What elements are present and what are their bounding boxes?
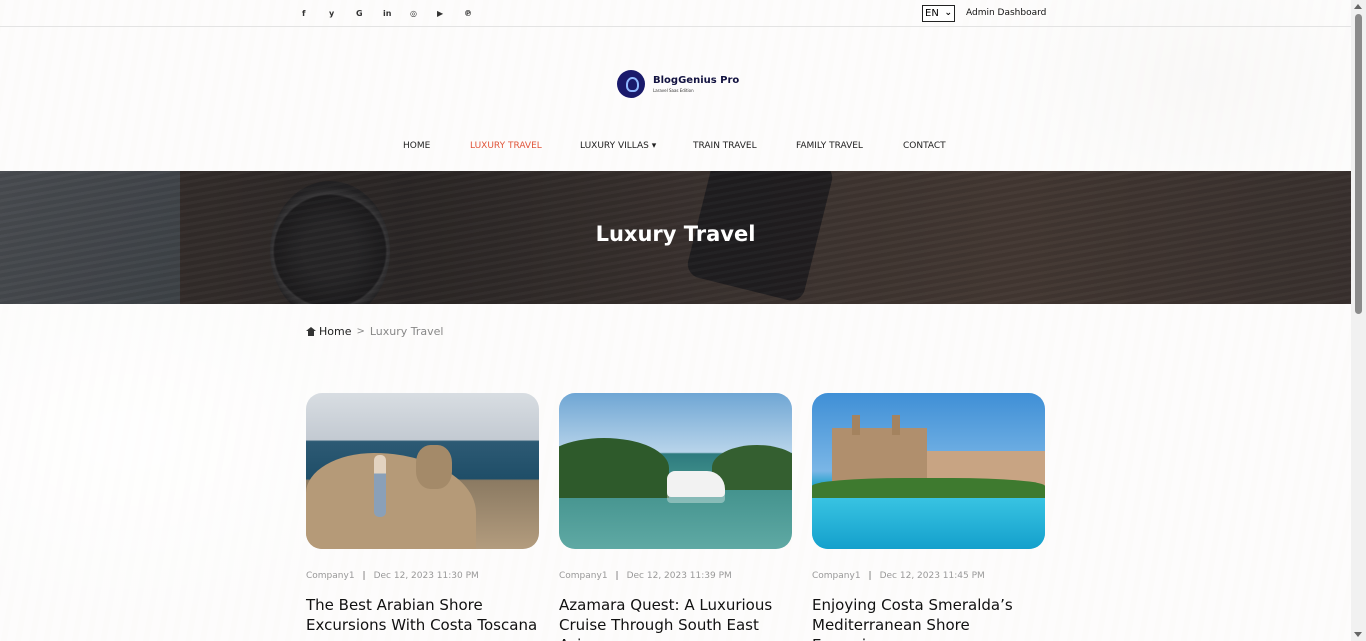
post-date: Dec 12, 2023 11:45 PM	[879, 571, 985, 581]
post-meta: Company1 | Dec 12, 2023 11:39 PM	[559, 571, 792, 581]
site-logo[interactable]: BlogGenius Pro Laravel Saas Edition	[617, 70, 739, 98]
page-scrollbar[interactable]	[1351, 0, 1366, 641]
thumbnail-trees	[812, 478, 1045, 498]
chevron-down-icon: ⌄	[944, 8, 952, 18]
google-icon[interactable]: G	[356, 7, 383, 19]
scroll-up-arrow-icon[interactable]	[1354, 4, 1362, 9]
meta-divider: |	[615, 571, 619, 581]
post-card[interactable]: Company1 | Dec 12, 2023 11:30 PM The Bes…	[306, 393, 539, 635]
thumbnail-person	[374, 455, 386, 517]
post-thumbnail[interactable]	[812, 393, 1045, 549]
thumbnail-hill	[559, 438, 669, 498]
nav-item-luxury-travel[interactable]: LUXURY TRAVEL	[470, 141, 542, 151]
logo-name: BlogGenius Pro	[653, 75, 740, 86]
thumbnail-spire	[892, 415, 900, 435]
post-card[interactable]: Company1 | Dec 12, 2023 11:39 PM Azamara…	[559, 393, 792, 641]
post-date: Dec 12, 2023 11:39 PM	[626, 571, 732, 581]
home-icon	[306, 327, 316, 336]
nav-item-contact[interactable]: CONTACT	[903, 141, 946, 151]
page-title: Luxury Travel	[595, 222, 756, 246]
meta-divider: |	[868, 571, 872, 581]
nav-item-family-travel[interactable]: FAMILY TRAVEL	[796, 141, 863, 151]
logo-mark-icon	[617, 70, 645, 98]
breadcrumb-home-link[interactable]: Home	[319, 325, 351, 338]
post-author[interactable]: Company1	[306, 571, 355, 581]
post-title[interactable]: Azamara Quest: A Luxurious Cruise Throug…	[559, 595, 792, 641]
social-links: f y G in ◎ ▶ ℗	[302, 7, 491, 19]
logo-text: BlogGenius Pro Laravel Saas Edition	[653, 75, 739, 93]
logo-subtitle: Laravel Saas Edition	[653, 88, 694, 93]
thumbnail-ship	[667, 471, 725, 497]
youtube-icon[interactable]: ▶	[437, 7, 464, 19]
facebook-icon[interactable]: f	[302, 7, 329, 19]
language-select[interactable]: EN ⌄	[922, 5, 955, 22]
post-thumbnail[interactable]	[559, 393, 792, 549]
scrollbar-thumb[interactable]	[1355, 14, 1362, 314]
page-hero-banner: Luxury Travel	[0, 171, 1351, 304]
post-title[interactable]: The Best Arabian Shore Excursions With C…	[306, 595, 539, 635]
post-card[interactable]: Company1 | Dec 12, 2023 11:45 PM Enjoyin…	[812, 393, 1045, 641]
thumbnail-spire	[852, 415, 860, 435]
pinterest-icon[interactable]: ℗	[464, 7, 491, 19]
post-meta: Company1 | Dec 12, 2023 11:30 PM	[306, 571, 539, 581]
post-meta: Company1 | Dec 12, 2023 11:45 PM	[812, 571, 1045, 581]
breadcrumb: Home > Luxury Travel	[306, 325, 444, 338]
twitter-icon[interactable]: y	[329, 7, 356, 19]
meta-divider: |	[362, 571, 366, 581]
instagram-icon[interactable]: ◎	[410, 7, 437, 19]
admin-dashboard-link[interactable]: Admin Dashboard	[966, 8, 1046, 18]
nav-item-train-travel[interactable]: TRAIN TRAVEL	[693, 141, 757, 151]
main-nav: HOME LUXURY TRAVEL LUXURY VILLAS ▾ TRAIN…	[0, 141, 1351, 155]
thumbnail-rock	[416, 445, 452, 489]
post-author[interactable]: Company1	[812, 571, 861, 581]
thumbnail-water	[812, 498, 1045, 549]
breadcrumb-current: Luxury Travel	[369, 325, 444, 338]
post-thumbnail[interactable]	[306, 393, 539, 549]
post-title[interactable]: Enjoying Costa Smeralda’s Mediterranean …	[812, 595, 1045, 641]
nav-item-luxury-villas[interactable]: LUXURY VILLAS ▾	[580, 141, 656, 151]
language-value: EN	[925, 8, 939, 19]
scroll-down-arrow-icon[interactable]	[1354, 632, 1362, 637]
nav-item-home[interactable]: HOME	[403, 141, 430, 151]
linkedin-icon[interactable]: in	[383, 7, 410, 19]
post-author[interactable]: Company1	[559, 571, 608, 581]
top-bar: f y G in ◎ ▶ ℗ EN ⌄ Admin Dashboard	[0, 0, 1351, 27]
post-date: Dec 12, 2023 11:30 PM	[373, 571, 479, 581]
breadcrumb-separator: >	[356, 326, 365, 337]
